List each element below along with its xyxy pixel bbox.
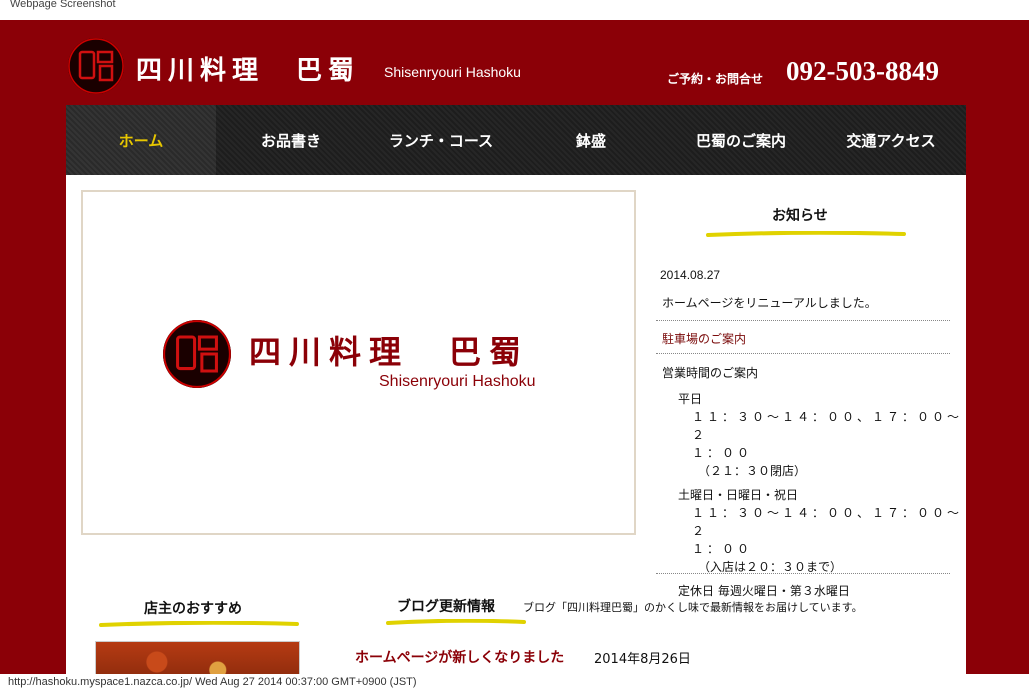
capture-footer: http://hashoku.myspace1.nazca.co.jp/ Wed…: [0, 674, 1029, 691]
weekday-time-cont: １：００: [692, 446, 753, 460]
holiday-time-cont: １：００: [692, 542, 753, 556]
news-divider: [656, 320, 950, 321]
parking-link[interactable]: 駐車場のご案内: [662, 330, 746, 347]
news-heading: お知らせ: [772, 208, 828, 224]
hero-title-en: Shisenryouri Hashoku: [379, 373, 536, 390]
news-date: 2014.08.27: [660, 268, 721, 282]
blog-heading: ブログ更新情報: [397, 599, 495, 615]
holiday-time: １１：３０～１４：００、１７：００～２: [692, 506, 963, 538]
hero-seal-logo-icon: [163, 320, 231, 388]
nav-about[interactable]: 巴蜀のご案内: [666, 105, 816, 175]
business-hours: 営業時間のご案内 平日 １１：３０～１４：００、１７：００～２ １：００ （２１…: [662, 364, 966, 600]
recommended-dish-image[interactable]: [95, 641, 300, 674]
holiday-label: 土曜日・日曜日・祝日: [678, 488, 799, 502]
blog-post-link[interactable]: ホームページが新しくなりました: [355, 647, 564, 667]
capture-header: Webpage Screenshot: [0, 0, 1029, 20]
nav-lunch-course[interactable]: ランチ・コース: [366, 105, 516, 175]
blog-underline: [386, 619, 526, 625]
nav-home[interactable]: ホーム: [66, 105, 216, 175]
nav-access[interactable]: 交通アクセス: [816, 105, 966, 175]
brand-name-en: Shisenryouri Hashoku: [384, 64, 521, 80]
news-divider: [656, 573, 950, 574]
news-divider: [656, 353, 950, 354]
capture-title: Webpage Screenshot: [10, 0, 116, 10]
capture-url: http://hashoku.myspace1.nazca.co.jp/ Wed…: [8, 676, 417, 688]
hours-heading: 営業時間のご案内: [662, 366, 759, 380]
owner-recommend-heading: 店主のおすすめ: [144, 601, 242, 617]
blog-description: ブログ「四川料理巴蜀」のかくし味で最新情報をお届けしています。: [523, 601, 863, 614]
content-area: 四川料理 巴蜀 Shisenryouri Hashoku お知らせ 2014.0…: [66, 175, 966, 674]
nav-hachimori[interactable]: 鉢盛: [516, 105, 666, 175]
main-nav: ホーム お品書き ランチ・コース 鉢盛 巴蜀のご案内 交通アクセス: [66, 105, 966, 175]
weekday-time: １１：３０～１４：００、１７：００～２: [692, 410, 963, 442]
hero-title-jp: 四川料理 巴蜀: [249, 333, 530, 371]
weekday-note: （２１：３０閉店）: [698, 464, 807, 478]
phone-number[interactable]: 092-503-8849: [786, 56, 939, 87]
blog-post-date: 2014年8月26日: [594, 652, 691, 667]
contact-label: ご予約・お問合せ: [667, 72, 764, 86]
owner-underline: [99, 621, 299, 627]
news-message: ホームページをリニューアルしました。: [662, 296, 877, 310]
hero-banner: 四川料理 巴蜀 Shisenryouri Hashoku: [81, 190, 636, 535]
seal-logo-icon[interactable]: [68, 38, 124, 94]
nav-menu[interactable]: お品書き: [216, 105, 366, 175]
brand-name-jp[interactable]: 四川料理 巴蜀: [136, 50, 360, 87]
closed-days: 定休日 毎週火曜日・第３水曜日: [678, 584, 850, 598]
site-frame: 四川料理 巴蜀 Shisenryouri Hashoku ご予約・お問合せ 09…: [0, 20, 1029, 674]
news-underline: [706, 231, 906, 237]
weekday-label: 平日: [678, 392, 703, 406]
